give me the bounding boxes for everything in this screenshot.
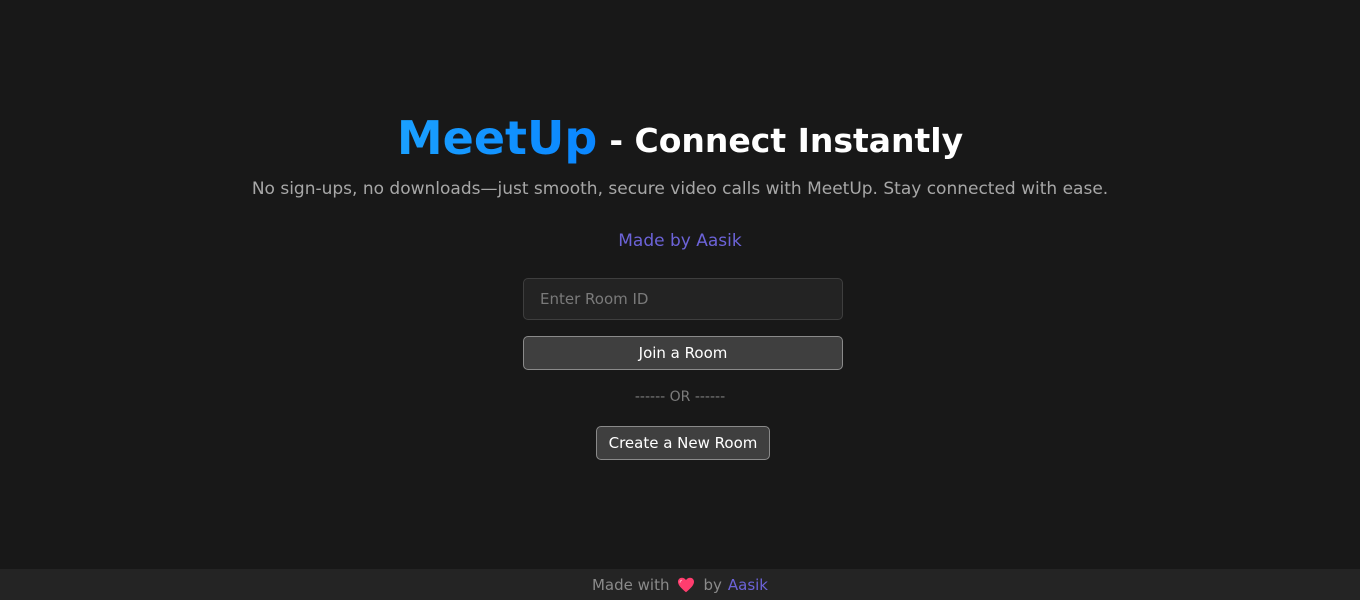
made-by-prefix: Made by (618, 231, 697, 251)
made-by-author: Aasik (696, 231, 742, 251)
footer-by: by (703, 575, 722, 594)
heart-icon (677, 577, 695, 593)
or-divider: ------ OR ------ (634, 389, 726, 405)
brand-name: MeetUp (396, 111, 598, 165)
hero-section: MeetUp - Connect Instantly No sign-ups, … (0, 108, 1360, 254)
page-title: MeetUp - Connect Instantly (0, 108, 1360, 168)
footer-prefix: Made with (591, 575, 670, 594)
room-id-input[interactable] (523, 278, 843, 320)
subtitle: No sign-ups, no downloads—just smooth, s… (251, 179, 1109, 199)
page: MeetUp - Connect Instantly No sign-ups, … (0, 0, 1360, 600)
create-room-button[interactable]: Create a New Room (596, 426, 770, 460)
join-room-button[interactable]: Join a Room (523, 336, 843, 370)
footer: Made with by Aasik (0, 569, 1360, 600)
tagline: - Connect Instantly (609, 120, 964, 160)
join-room-form: Join a Room (523, 278, 843, 370)
footer-author-link[interactable]: Aasik (728, 576, 768, 594)
made-by-credit: Made by Aasik (0, 228, 1360, 254)
